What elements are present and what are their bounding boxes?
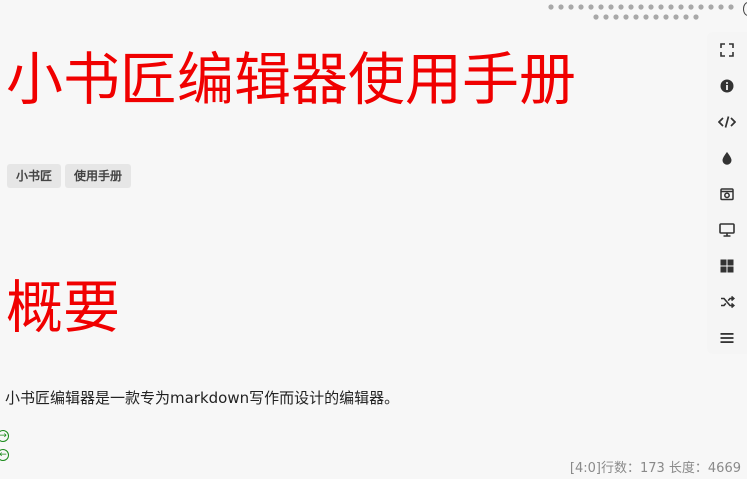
dotted-decoration xyxy=(547,0,747,24)
monitor-icon xyxy=(719,223,735,237)
screenshot-button[interactable] xyxy=(717,184,737,204)
edge-ring-icon xyxy=(743,2,747,16)
document-title: 小书匠编辑器使用手册 xyxy=(6,47,576,113)
theme-button[interactable] xyxy=(717,148,737,168)
info-icon xyxy=(720,79,734,93)
next-arrow-icon[interactable]: → xyxy=(0,430,9,442)
fullscreen-button[interactable] xyxy=(717,40,737,60)
prev-arrow-icon[interactable]: ← xyxy=(0,449,9,461)
grid-icon xyxy=(720,259,734,273)
fullscreen-icon xyxy=(720,43,734,57)
tag-item[interactable]: 小书匠 xyxy=(7,164,62,188)
section-heading: 概要 xyxy=(6,275,120,341)
info-button[interactable] xyxy=(717,76,737,96)
presentation-button[interactable] xyxy=(717,220,737,240)
menu-icon xyxy=(720,333,734,343)
menu-button[interactable] xyxy=(717,328,737,348)
shuffle-icon xyxy=(720,295,735,309)
shuffle-button[interactable] xyxy=(717,292,737,312)
tag-item[interactable]: 使用手册 xyxy=(65,164,132,188)
droplet-icon xyxy=(722,152,732,165)
intro-paragraph: 小书匠编辑器是一款专为markdown写作而设计的编辑器。 xyxy=(5,389,400,407)
camera-icon xyxy=(720,188,734,201)
side-toolbar xyxy=(707,32,747,354)
status-bar: [4:0]行数：173 长度：4669 xyxy=(569,461,741,476)
code-button[interactable] xyxy=(717,112,737,132)
layout-button[interactable] xyxy=(717,256,737,276)
code-icon xyxy=(718,116,736,128)
tag-list: 小书匠 使用手册 xyxy=(7,164,132,188)
